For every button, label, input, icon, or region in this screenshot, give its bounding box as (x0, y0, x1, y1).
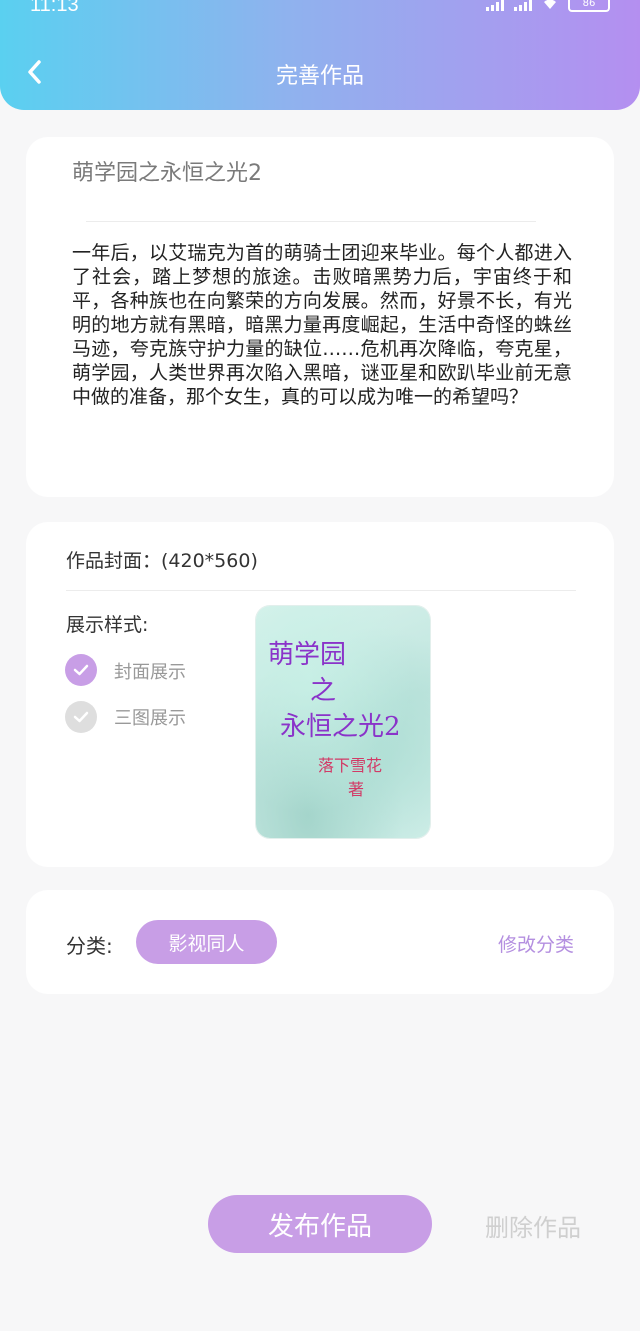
cover-image[interactable]: 萌学园 之 永恒之光2 落下雪花 著 (256, 606, 430, 838)
cover-text-line: 萌学园 (268, 640, 347, 670)
check-icon (73, 664, 89, 676)
cover-size-label: 作品封面：(420*560) (66, 550, 258, 572)
divider (66, 590, 576, 591)
option-three-image-label[interactable]: 三图展示 (114, 704, 186, 730)
work-info-card: 萌学园之永恒之光2 一年后，以艾瑞克为首的萌骑士团迎来毕业。每个人都进入了社会，… (26, 137, 614, 497)
display-style-label: 展示样式: (66, 614, 149, 636)
option-cover-label[interactable]: 封面展示 (114, 658, 186, 684)
delete-button[interactable]: 删除作品 (485, 1208, 581, 1243)
wifi-icon (542, 0, 558, 15)
app-header: 11:13 86 完善作品 (0, 0, 640, 110)
cover-text-line: 之 (310, 676, 337, 706)
cover-card: 作品封面：(420*560) 展示样式: 封面展示 三图展示 萌学园 之 永恒之… (26, 522, 614, 867)
signal-icon (514, 0, 532, 11)
category-card: 分类: 影视同人 修改分类 (26, 890, 614, 994)
page-title: 完善作品 (275, 64, 364, 89)
work-description[interactable]: 一年后，以艾瑞克为首的萌骑士团迎来毕业。每个人都进入了社会，踏上梦想的旅途。击败… (72, 241, 572, 409)
status-time: 11:13 (30, 0, 79, 16)
battery-indicator: 86 (568, 0, 610, 12)
category-label: 分类: (66, 934, 113, 958)
cover-text-line: 永恒之光2 (280, 712, 401, 742)
publish-button[interactable]: 发布作品 (208, 1195, 432, 1253)
option-cover-checkbox[interactable] (65, 654, 97, 686)
cover-author-suffix: 著 (348, 780, 365, 799)
work-title-input[interactable]: 萌学园之永恒之光2 (72, 155, 262, 187)
status-bar: 11:13 86 (0, 0, 640, 18)
category-badge: 影视同人 (136, 920, 277, 964)
edit-category-link[interactable]: 修改分类 (498, 930, 574, 957)
cover-author: 落下雪花 (318, 756, 383, 775)
option-three-image-checkbox[interactable] (65, 701, 97, 733)
check-icon (73, 711, 89, 723)
divider (86, 221, 536, 222)
status-icons: 86 (486, 0, 610, 15)
signal-icon (486, 0, 504, 11)
